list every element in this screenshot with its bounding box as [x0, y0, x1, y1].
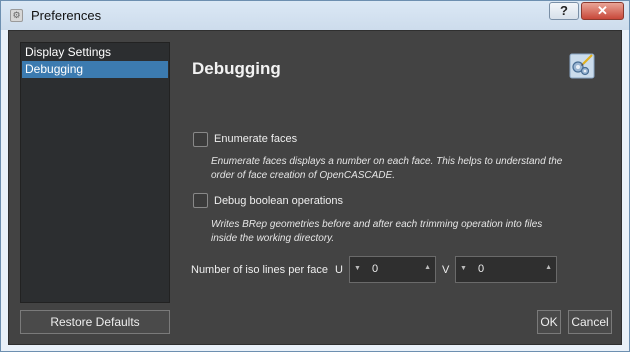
v-spinbox[interactable]: ▼ 0 ▲: [455, 256, 557, 283]
sidebar-item-debugging[interactable]: Debugging: [22, 61, 168, 78]
help-button[interactable]: ?: [549, 2, 579, 20]
iso-lines-label: Number of iso lines per face: [191, 264, 328, 276]
debug-boolean-label: Debug boolean operations: [214, 195, 344, 207]
u-spinbox[interactable]: ▼ 0 ▲: [349, 256, 436, 283]
debug-boolean-description-line2: inside the working directory.: [211, 233, 335, 244]
debug-boolean-checkbox[interactable]: [193, 193, 208, 208]
enumerate-faces-description-line1: Enumerate faces displays a number on eac…: [211, 156, 563, 167]
enumerate-faces-label: Enumerate faces: [214, 133, 298, 145]
preferences-window: ⚙ Preferences ? ✕ Display Settings Debug…: [0, 0, 630, 352]
u-label: U: [335, 264, 343, 276]
window-title: Preferences: [31, 8, 102, 23]
dialog-body: Display Settings Debugging Restore Defau…: [8, 30, 622, 345]
spin-up-icon[interactable]: ▲: [424, 264, 431, 271]
ok-button[interactable]: OK: [537, 310, 561, 334]
enumerate-faces-checkbox[interactable]: [193, 132, 208, 147]
spin-down-icon[interactable]: ▼: [460, 265, 467, 272]
gear-icon: ⚙: [10, 9, 23, 22]
spin-down-icon[interactable]: ▼: [354, 265, 361, 272]
debug-boolean-description-line1: Writes BRep geometries before and after …: [211, 219, 543, 230]
v-label: V: [442, 264, 450, 276]
spin-up-icon[interactable]: ▲: [545, 264, 552, 271]
page-title: Debugging: [192, 59, 281, 78]
sidebar-item-display-settings[interactable]: Display Settings: [22, 44, 168, 61]
restore-defaults-button[interactable]: Restore Defaults: [20, 310, 170, 334]
gears-pen-icon: [569, 53, 595, 79]
title-bar: ⚙ Preferences ? ✕: [1, 1, 629, 30]
settings-category-list[interactable]: Display Settings Debugging: [20, 42, 170, 303]
cancel-button[interactable]: Cancel: [568, 310, 612, 334]
enumerate-faces-description-line2: order of face creation of OpenCASCADE.: [211, 170, 395, 181]
u-value: 0: [372, 263, 379, 275]
v-value: 0: [478, 263, 485, 275]
close-button[interactable]: ✕: [581, 2, 624, 20]
